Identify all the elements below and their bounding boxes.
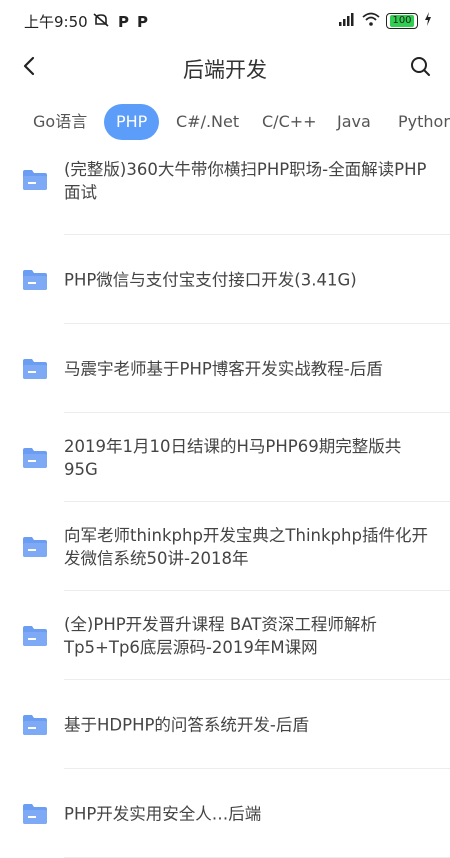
chevron-left-icon	[19, 55, 41, 81]
course-list: (完整版)360大牛带你横扫PHP职场-全面解读PHP面试 PHP微信与支付宝支…	[0, 146, 450, 858]
folder-icon	[22, 269, 48, 291]
status-time: 上午9:50	[24, 13, 88, 31]
folder-icon	[22, 714, 48, 736]
category-tabs: Go语言 PHP C#/.Net C/C++ Java Python	[0, 100, 450, 146]
status-left-icons: P P	[92, 11, 148, 33]
list-item-title: 向军老师thinkphp开发宝典之Thinkphp插件化开发微信系统50讲-20…	[64, 525, 428, 568]
list-item-title: (完整版)360大牛带你横扫PHP职场-全面解读PHP面试	[64, 160, 427, 202]
app-header: 后端开发	[0, 40, 450, 96]
signal-icon	[338, 11, 356, 30]
status-bar: 上午9:50 P P 100	[0, 0, 450, 40]
mute-icon	[92, 11, 110, 33]
search-icon	[409, 55, 431, 81]
tab-java[interactable]: Java	[337, 104, 371, 140]
list-item-title: PHP微信与支付宝支付接口开发(3.41G)	[64, 270, 357, 289]
list-item[interactable]: PHP开发实用安全人…后端	[0, 769, 450, 858]
list-item[interactable]: 向军老师thinkphp开发宝典之Thinkphp插件化开发微信系统50讲-20…	[0, 502, 450, 591]
list-item[interactable]: 马震宇老师基于PHP博客开发实战教程-后盾	[0, 324, 450, 413]
p-icon: P	[118, 13, 129, 31]
list-item-title: (全)PHP开发晋升课程 BAT资深工程师解析Tp5+Tp6底层源码-2019年…	[64, 614, 377, 657]
list-item[interactable]: PHP微信与支付宝支付接口开发(3.41G)	[0, 235, 450, 324]
list-item-title: 2019年1月10日结课的H马PHP69期完整版共95G	[64, 436, 402, 479]
p-icon: P	[137, 13, 148, 31]
folder-icon	[22, 536, 48, 558]
tab-csharp-net[interactable]: C#/.Net	[176, 104, 239, 140]
folder-icon	[22, 169, 48, 191]
page-title: 后端开发	[183, 58, 267, 82]
folder-icon	[22, 625, 48, 647]
list-item[interactable]: (完整版)360大牛带你横扫PHP职场-全面解读PHP面试	[0, 146, 450, 235]
tab-php[interactable]: PHP	[104, 104, 160, 140]
list-item[interactable]: 2019年1月10日结课的H马PHP69期完整版共95G	[0, 413, 450, 502]
folder-icon	[22, 358, 48, 380]
search-button[interactable]	[404, 52, 436, 84]
back-button[interactable]	[14, 52, 46, 84]
list-item-title: 马震宇老师基于PHP博客开发实战教程-后盾	[64, 359, 383, 378]
tab-python[interactable]: Python	[398, 104, 450, 140]
list-item-title: PHP开发实用安全人…后端	[64, 804, 262, 823]
folder-icon	[22, 803, 48, 825]
tab-c-cpp[interactable]: C/C++	[262, 104, 317, 140]
list-item[interactable]: 基于HDPHP的问答系统开发-后盾	[0, 680, 450, 769]
status-right-icons: 100	[338, 11, 432, 30]
wifi-icon	[362, 11, 380, 30]
list-item[interactable]: (全)PHP开发晋升课程 BAT资深工程师解析Tp5+Tp6底层源码-2019年…	[0, 591, 450, 680]
tab-go[interactable]: Go语言	[33, 104, 87, 140]
battery-level: 100	[390, 14, 414, 27]
list-item-title: 基于HDPHP的问答系统开发-后盾	[64, 715, 309, 734]
charging-icon	[424, 11, 432, 30]
battery-indicator: 100	[386, 12, 418, 29]
folder-icon	[22, 447, 48, 469]
